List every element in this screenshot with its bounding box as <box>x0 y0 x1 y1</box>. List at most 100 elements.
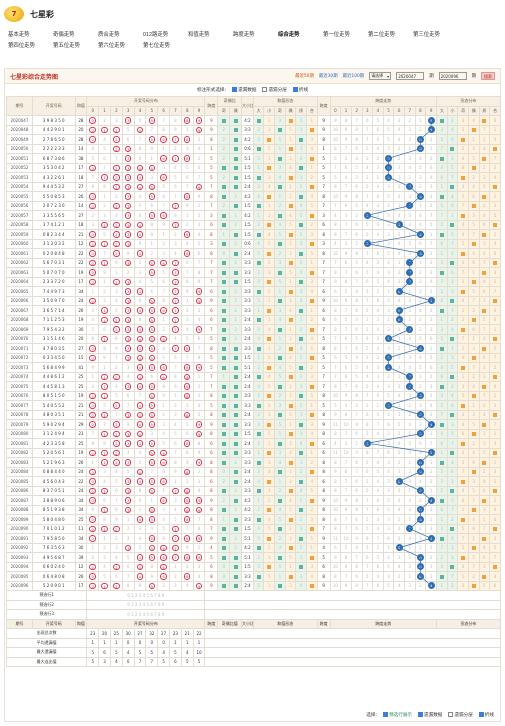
recent-100-link[interactable]: 最近100期 <box>343 73 365 79</box>
span-cell: 6 <box>204 447 219 458</box>
table-row: 2020086 8 3 7 0 5 1 24 0 1 6 3 8 5 1 7 8 4 8 2 3:3 1 2 4 5 8… <box>6 485 501 496</box>
number-ball: 8 <box>183 440 191 447</box>
issue-cell: 2020086 <box>6 485 33 496</box>
missing-value: 2 <box>483 402 486 408</box>
missing-value: 8 <box>344 469 348 475</box>
nav-item[interactable]: 第一位走势 <box>323 30 368 41</box>
number-ball: 1 <box>101 449 108 456</box>
missing-value: 3 <box>408 136 412 142</box>
form-cell: 5 <box>436 466 448 477</box>
nav-item[interactable]: 奇偶走势 <box>53 30 98 41</box>
nav-item[interactable]: 第六位走势 <box>98 41 143 52</box>
legend-missing-data[interactable]: 遗漏数据 <box>418 712 442 718</box>
period-select[interactable]: 请选择 ▾ <box>369 72 392 80</box>
predict-label[interactable]: 预选行2 <box>5 599 88 610</box>
missing-value: 4 <box>472 516 475 522</box>
predict-digits[interactable]: 0 1 2 3 4 5 6 7 8 9 <box>86 599 206 610</box>
legend-missing-layer[interactable]: 遗漏分层 <box>448 712 473 718</box>
distribution-cell: 2 <box>145 248 159 259</box>
predict-digits[interactable]: 0 1 2 3 4 5 6 7 8 9 <box>86 609 206 620</box>
legend-polyline[interactable]: 折线 <box>478 712 494 718</box>
predict-rest[interactable] <box>204 609 501 620</box>
span-cell: 9 <box>204 533 219 544</box>
missing-value: 2 <box>126 269 130 275</box>
shape-marker <box>256 175 261 180</box>
span-trend-cell: 6 <box>393 314 405 325</box>
missing-value: 2 <box>222 146 226 152</box>
nav-item[interactable]: 第二位走势 <box>368 30 413 41</box>
missing-value: 7 <box>493 155 497 161</box>
span-trend-cell: 5 <box>361 485 374 496</box>
missing-value: 3 <box>429 269 433 275</box>
number-ball: 7 <box>172 525 179 532</box>
nav-item[interactable]: 基本走势 <box>8 30 53 41</box>
span-trend-cell: 2 <box>404 172 416 183</box>
checkbox-icon[interactable] <box>448 712 454 717</box>
option-missing-data[interactable]: 遗漏数据 <box>232 87 256 93</box>
nav-item[interactable]: 和值走势 <box>188 30 233 41</box>
option-missing-layer[interactable]: 遗漏分层 <box>262 87 287 93</box>
predict-rest[interactable] <box>204 590 501 601</box>
recent-50-link[interactable]: 最近50期 <box>295 73 314 79</box>
span-trend-ball: 8 <box>416 553 424 561</box>
legend-predict[interactable]: 预选行展示 <box>383 712 412 718</box>
nav-item[interactable]: 012路走势 <box>143 30 188 41</box>
span-trend-cell: 4 <box>393 248 405 259</box>
odd-even-marker <box>221 261 226 266</box>
odd-even-cell <box>217 362 231 373</box>
to-issue-input[interactable]: 2020096 <box>438 72 467 80</box>
number-ball: 2 <box>113 240 120 247</box>
search-button[interactable]: 搜索 <box>481 72 495 80</box>
shape-cell <box>263 134 276 145</box>
number-ball: 4 <box>136 421 144 428</box>
missing-value: 4 <box>257 478 260 484</box>
shape-cell: 2 <box>284 381 297 392</box>
nav-item[interactable]: 质合走势 <box>98 30 143 41</box>
nav-item[interactable]: 第四位走势 <box>8 41 53 52</box>
missing-value: 9 <box>138 497 142 503</box>
predict-digits[interactable]: 0 1 2 3 4 5 6 7 8 9 <box>86 590 206 601</box>
span-trend-cell: 2 <box>414 495 427 506</box>
shape-marker <box>299 422 304 427</box>
recent-30-link[interactable]: 最近30期 <box>319 73 338 79</box>
form-cell <box>446 485 459 496</box>
span-trend-cell: 3 <box>425 248 438 259</box>
missing-value: 2 <box>234 288 237 294</box>
checkbox-icon[interactable] <box>418 712 424 717</box>
nav-item[interactable]: 跨度走势 <box>233 30 278 41</box>
form-cell <box>489 409 501 420</box>
missing-value: 6 <box>355 307 358 313</box>
predict-label[interactable]: 预选行3 <box>5 609 88 620</box>
number-ball: 1 <box>101 582 108 589</box>
checkbox-icon[interactable] <box>232 87 238 92</box>
shape-cell: 1 <box>263 200 276 211</box>
missing-value: 2 <box>376 155 380 161</box>
nav-item[interactable]: 综合走势 <box>278 30 323 41</box>
nav-item[interactable]: 第七位走势 <box>143 41 188 52</box>
shape-cell: 1 <box>284 419 297 430</box>
checkbox-icon[interactable] <box>292 87 298 92</box>
nav-item[interactable]: 第五位走势 <box>53 41 98 52</box>
table-row: 2020083 5 2 1 9 6 3 26 1 1 2 3 5 5 6 8 9 9 8 2 3:3 3 4 1 2 8… <box>6 457 501 468</box>
span-trend-cell: 7 <box>340 381 352 392</box>
predict-label[interactable]: 预选行1 <box>5 590 88 601</box>
option-polyline[interactable]: 折线 <box>292 87 308 93</box>
missing-value: 1 <box>299 412 303 418</box>
shape-cell: 1 <box>295 314 307 325</box>
distribution-cell: 5 <box>145 115 159 126</box>
checkbox-icon[interactable] <box>478 712 484 717</box>
distribution-cell: 2 <box>109 172 123 183</box>
missing-value: 3 <box>289 440 292 446</box>
distribution-cell: 9 <box>86 362 100 373</box>
missing-value: 2 <box>174 231 177 237</box>
checkbox-icon[interactable] <box>262 87 268 92</box>
predict-rest[interactable] <box>204 599 501 610</box>
missing-value: 1 <box>268 583 271 589</box>
shape-marker <box>288 204 293 209</box>
nav-item[interactable]: 第三位走势 <box>413 30 458 41</box>
shape-cell <box>306 495 318 506</box>
span-trend-cell: 8 <box>414 466 427 477</box>
missing-value: 6 <box>451 136 454 142</box>
from-issue-input[interactable]: 2020047 <box>396 72 425 80</box>
checkbox-icon[interactable] <box>383 712 389 717</box>
